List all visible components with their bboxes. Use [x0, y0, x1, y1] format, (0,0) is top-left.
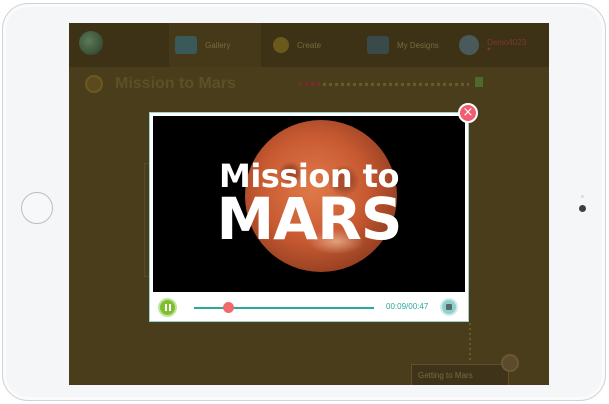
top-nav: Gallery Create My Designs Demo4023 ♥ — [69, 23, 549, 67]
path-dots — [469, 323, 471, 363]
pause-button[interactable] — [158, 298, 177, 317]
time-display: 00:09/00:47 — [386, 302, 429, 311]
progress-track — [299, 83, 469, 86]
flag-icon — [475, 77, 483, 87]
video-title: Mission to MARS — [153, 160, 465, 248]
nav-my-designs[interactable]: My Designs — [367, 23, 439, 67]
user-name: Demo4023 — [487, 37, 527, 47]
back-icon[interactable] — [85, 75, 103, 93]
lesson-card-label: Getting to Mars — [418, 370, 473, 380]
volume-button[interactable] — [440, 298, 458, 316]
nav-gallery[interactable]: Gallery — [169, 23, 261, 67]
lesson-card[interactable]: Getting to Mars — [411, 364, 509, 385]
camera — [579, 205, 586, 212]
gallery-icon — [175, 36, 197, 54]
video-controls: 00:09/00:47 — [150, 295, 468, 321]
home-logo-icon[interactable] — [79, 31, 103, 55]
home-button[interactable] — [21, 192, 53, 224]
page-header: Mission to Mars — [85, 75, 236, 93]
progress-completed — [299, 82, 323, 86]
seek-thumb[interactable] — [223, 302, 235, 313]
seek-bar[interactable] — [194, 307, 374, 309]
nav-user[interactable]: Demo4023 ♥ — [459, 23, 526, 67]
video-title-line2: MARS — [216, 185, 402, 253]
nav-designs-label: My Designs — [397, 40, 439, 50]
video-frame[interactable]: Mission to MARS — [153, 116, 465, 292]
close-button[interactable]: × — [458, 103, 478, 123]
nav-create[interactable]: Create — [273, 23, 321, 67]
heart-icon: ♥ — [487, 46, 491, 53]
sensor — [581, 195, 584, 198]
nav-create-label: Create — [297, 40, 322, 50]
page-title: Mission to Mars — [115, 75, 236, 92]
nav-gallery-label: Gallery — [205, 40, 231, 50]
lesson-badge-icon — [501, 354, 519, 372]
video-modal: Mission to MARS 00:09/00:47 — [149, 112, 469, 322]
avatar — [459, 35, 479, 55]
designs-icon — [367, 36, 389, 54]
lightbulb-icon — [273, 37, 289, 53]
